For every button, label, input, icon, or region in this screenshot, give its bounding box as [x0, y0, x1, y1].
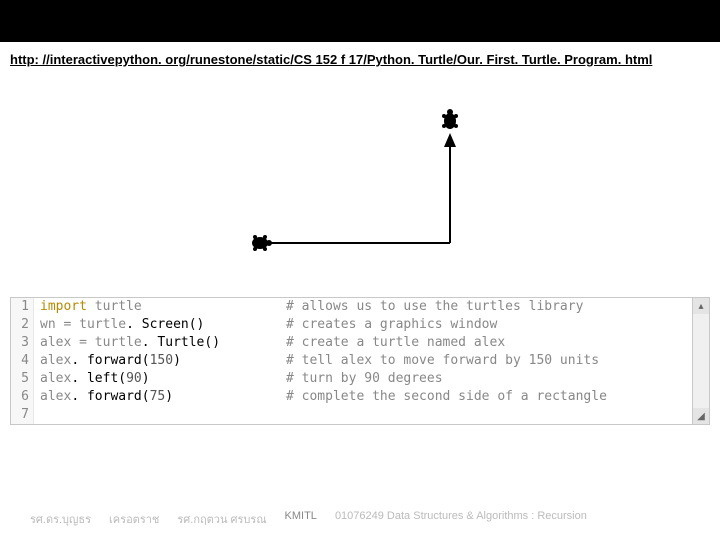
code-line: 1 import turtle # allows us to use the t… [11, 298, 693, 316]
scroll-down-icon[interactable]: ◢ [693, 408, 709, 424]
code-line: 4 alex. forward(150) # tell alex to move… [11, 352, 693, 370]
code-line: 7 [11, 406, 693, 424]
footer-author-2: รศ.กฤตวน ศรบรณ [177, 510, 266, 528]
source-url: http: //interactivepython. org/runestone… [0, 42, 720, 73]
slide-footer: รศ.ดร.บุญธร เครอตราช รศ.กฤตวน ศรบรณ KMIT… [0, 510, 720, 528]
code-panel: 1 import turtle # allows us to use the t… [10, 297, 710, 425]
code-line: 6 alex. forward(75) # complete the secon… [11, 388, 693, 406]
slide-topbar [0, 0, 720, 42]
turtle-canvas [190, 103, 530, 283]
scroll-up-icon[interactable]: ▴ [693, 298, 709, 314]
code-listing: 1 import turtle # allows us to use the t… [11, 298, 709, 424]
footer-author-1b: เครอตราช [109, 510, 159, 528]
code-line: 3 alex = turtle. Turtle() # create a tur… [11, 334, 693, 352]
code-line: 2 wn = turtle. Screen() # creates a grap… [11, 316, 693, 334]
scrollbar-vertical[interactable]: ▴ ◢ [692, 298, 709, 424]
turtle-drawing [190, 103, 530, 283]
footer-author-1: รศ.ดร.บุญธร [30, 510, 91, 528]
footer-course: 01076249 Data Structures & Algorithms : … [335, 510, 587, 528]
code-line: 5 alex. left(90) # turn by 90 degrees [11, 370, 693, 388]
footer-inst: KMITL [285, 510, 317, 528]
